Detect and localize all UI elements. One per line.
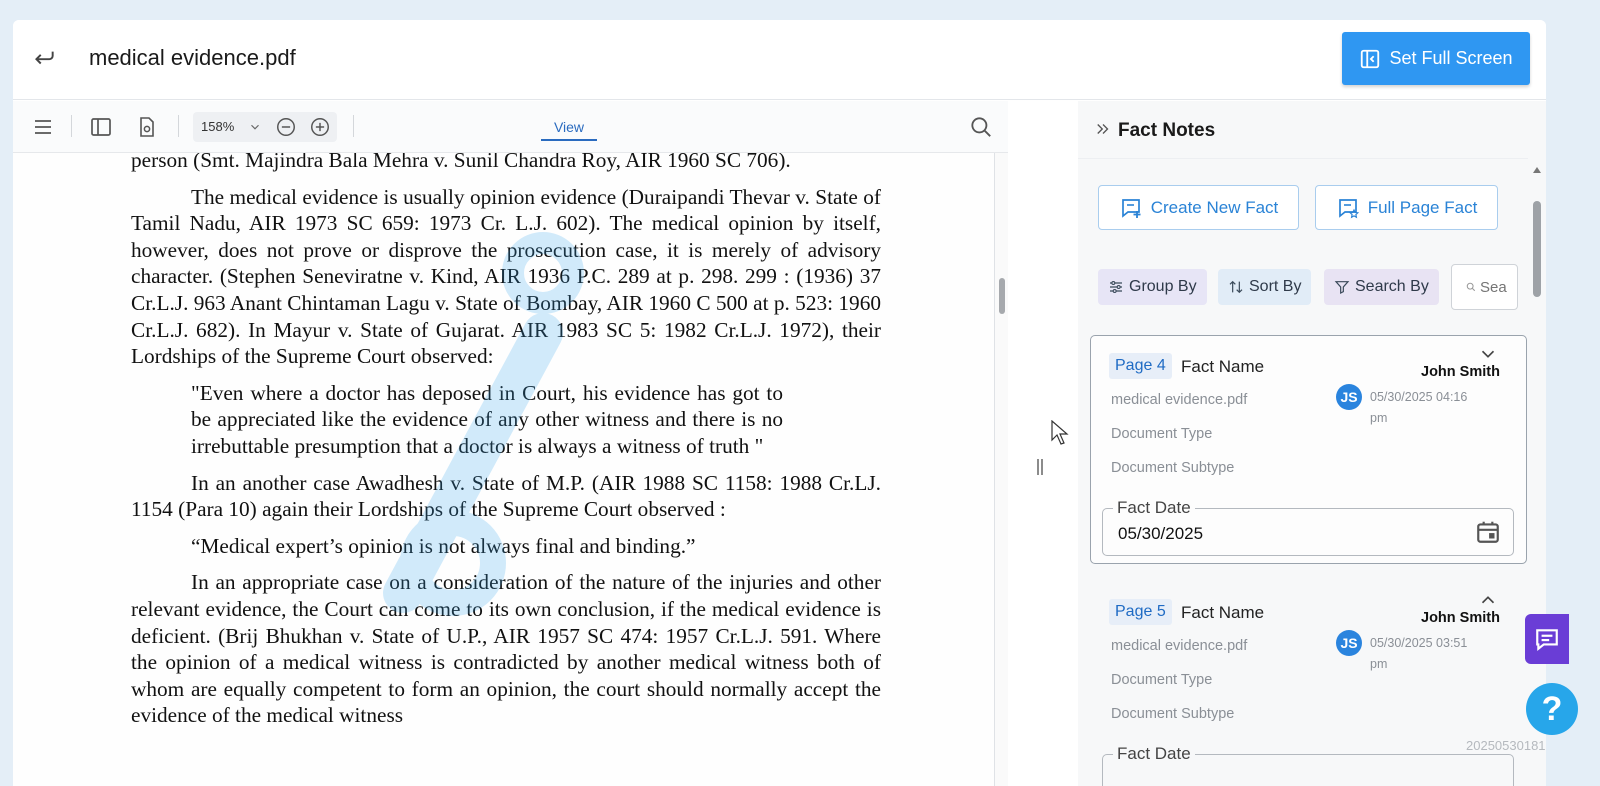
toolbar-divider [353,115,354,137]
question-mark-icon: ? [1541,689,1563,728]
create-new-fact-button[interactable]: Create New Fact [1098,185,1299,230]
paragraph: The medical evidence is usually opinion … [131,184,881,369]
app-window: medical evidence.pdf Set Full Screen 158… [13,20,1546,786]
sort-arrows-icon [1229,280,1243,294]
drag-handle-icon[interactable] [1035,458,1045,476]
fact-date-field[interactable]: Fact Date [1102,744,1514,786]
scroll-up-arrow-icon[interactable] [1532,165,1542,175]
chat-icon [1536,629,1558,652]
paragraph: In an appropriate case on a consideratio… [131,570,881,728]
panel-title: Fact Notes [1118,120,1216,141]
document-subtype: Document Subtype [1111,460,1235,476]
quoted-line: “Medical expert’s opinion is not always … [191,533,696,558]
page-badge[interactable]: Page 4 [1109,353,1172,379]
set-full-screen-label: Set Full Screen [1389,48,1513,68]
fact-date-label: Fact Date [1113,744,1195,764]
group-by-button[interactable]: Group By [1098,269,1207,305]
filter-icon [1334,281,1350,294]
fact-notes-panel: Fact Notes Create New Fact Full Page Fac… [1078,101,1546,786]
search-icon [1466,282,1476,292]
sliders-icon [1110,280,1122,294]
author-name: John Smith [1421,610,1500,626]
chevron-down-icon[interactable] [248,120,262,134]
fact-search-input[interactable] [1480,278,1516,296]
build-stamp: 20250530181 [1466,738,1546,753]
toolbar-divider [71,115,72,137]
pdf-toolbar: 158% View [13,101,1013,153]
paragraph: person (Smt. Majindra Bala Mehra v. Suni… [131,153,791,172]
page-fact-icon [1338,198,1359,218]
menu-icon[interactable] [31,115,55,139]
document-scrollbar-thumb[interactable] [999,278,1005,314]
chevron-up-icon[interactable] [1477,589,1499,611]
sort-by-button[interactable]: Sort By [1218,269,1312,305]
fact-card[interactable]: Page 4 Fact Name John Smith JS 05/30/202… [1090,335,1527,564]
fact-name: Fact Name [1181,357,1265,376]
search-by-label: Search By [1355,278,1429,295]
document-scrollbar[interactable] [994,153,1008,786]
set-full-screen-button[interactable]: Set Full Screen [1342,32,1530,85]
zoom-control: 158% [193,112,337,142]
pdf-page-viewport: person (Smt. Majindra Bala Mehra v. Suni… [13,153,1008,786]
group-by-label: Group By [1129,278,1197,295]
calendar-icon[interactable] [1475,519,1501,545]
fact-card[interactable]: Page 5 Fact Name John Smith JS 05/30/202… [1090,581,1527,786]
fact-date-label: Fact Date [1113,498,1195,518]
fact-date-field[interactable]: Fact Date 05/30/2025 [1102,498,1514,556]
block-quote: "Even where a doctor has deposed in Cour… [191,380,783,458]
avatar: JS [1336,630,1362,656]
toolbar-divider [178,115,179,137]
zoom-in-icon[interactable] [309,116,331,138]
fact-timestamp: 05/30/2025 03:51 pm [1370,636,1468,671]
fact-name: Fact Name [1181,603,1265,622]
full-page-fact-button[interactable]: Full Page Fact [1315,185,1498,230]
document-title: medical evidence.pdf [89,45,296,70]
chat-widget-button[interactable] [1525,614,1569,664]
double-chevron-right-icon[interactable] [1094,120,1112,138]
help-button[interactable]: ? [1526,683,1578,735]
page-badge[interactable]: Page 5 [1109,599,1172,625]
chevron-down-icon[interactable] [1477,343,1499,365]
document-settings-icon[interactable] [135,115,159,139]
author-name: John Smith [1421,364,1500,380]
mouse-cursor-icon [1051,420,1069,445]
panel-scrollbar-thumb[interactable] [1533,201,1541,297]
avatar: JS [1336,384,1362,410]
add-note-icon [1121,198,1141,218]
fact-search-field[interactable] [1451,264,1518,310]
app-header: medical evidence.pdf Set Full Screen [13,20,1546,100]
search-by-button[interactable]: Search By [1324,269,1439,305]
sort-by-label: Sort By [1249,278,1302,295]
fact-notes-header: Fact Notes [1078,101,1528,159]
back-arrow-icon[interactable] [31,44,57,70]
create-new-fact-label: Create New Fact [1150,197,1279,217]
document-type: Document Type [1111,426,1213,442]
fullscreen-icon [1361,49,1380,68]
search-icon[interactable] [968,114,994,140]
document-type: Document Type [1111,672,1213,688]
file-name: medical evidence.pdf [1111,638,1248,654]
zoom-level[interactable]: 158% [201,119,234,134]
file-name: medical evidence.pdf [1111,392,1248,408]
sidebar-toggle-icon[interactable] [89,115,113,139]
pdf-page-text: person (Smt. Majindra Bala Mehra v. Suni… [131,153,881,729]
paragraph: In an another case Awadhesh v. State of … [131,470,881,522]
fact-timestamp: 05/30/2025 04:16 pm [1370,390,1468,425]
fact-date-value[interactable]: 05/30/2025 [1118,524,1203,544]
full-page-fact-label: Full Page Fact [1367,197,1478,217]
zoom-out-icon[interactable] [275,116,297,138]
document-subtype: Document Subtype [1111,706,1235,722]
tab-view[interactable]: View [541,115,597,141]
